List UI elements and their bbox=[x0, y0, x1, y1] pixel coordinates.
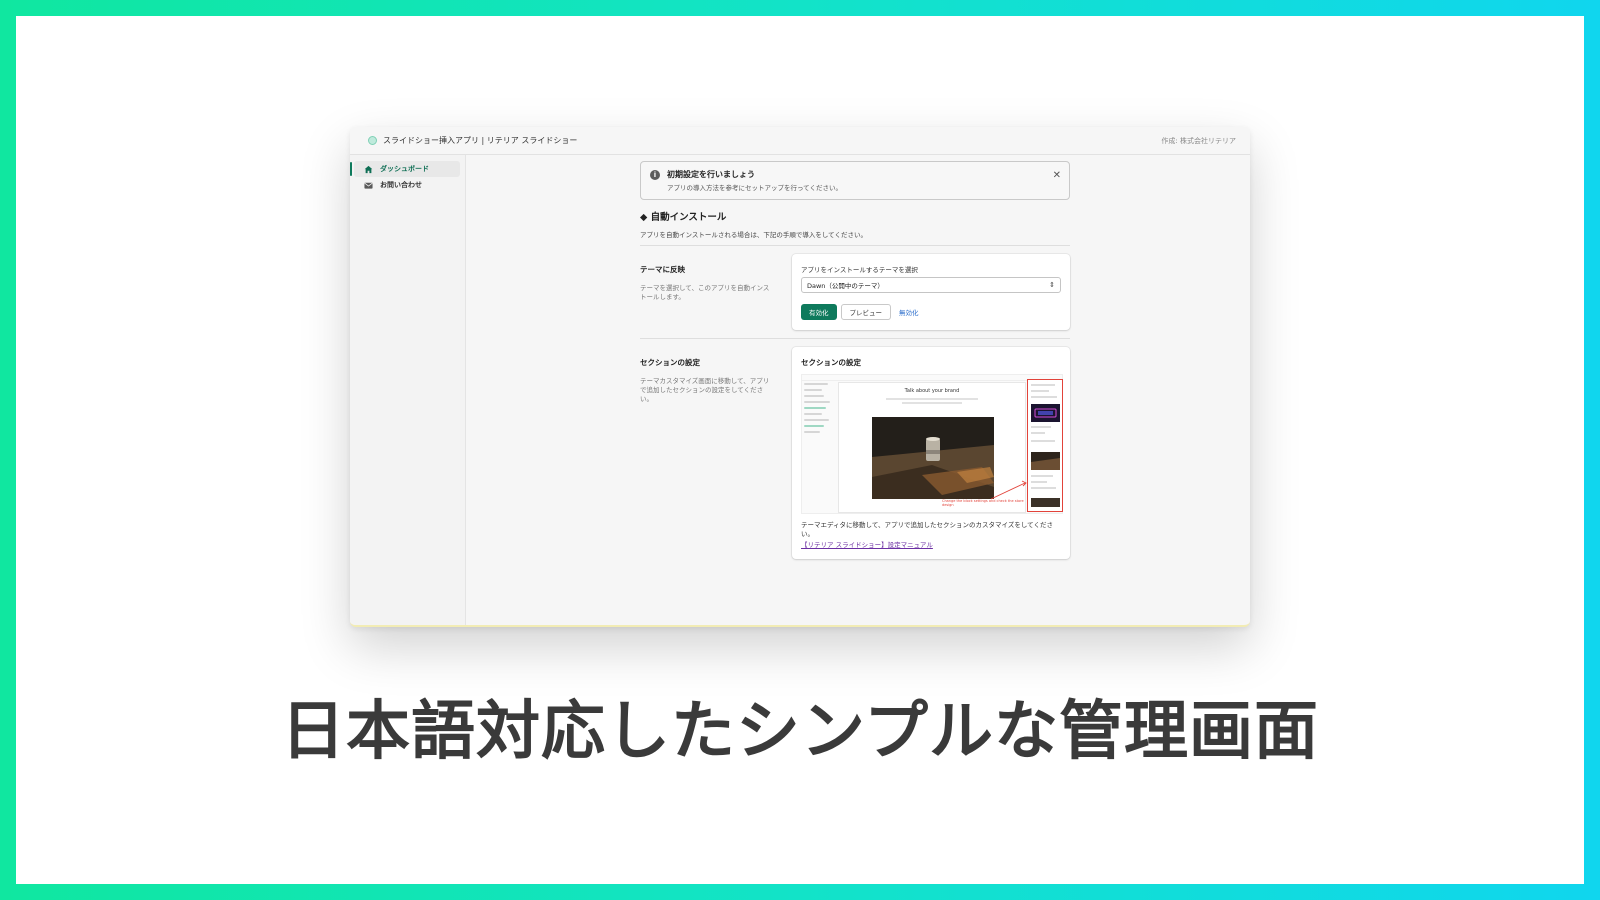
banner-title: 初期設定を行いましょう bbox=[667, 170, 755, 179]
preview-button[interactable]: プレビュー bbox=[840, 304, 891, 320]
section-settings-title: セクションの設定 bbox=[640, 358, 700, 367]
divider bbox=[640, 245, 1070, 246]
sidebar-item-label: お問い合わせ bbox=[380, 181, 422, 189]
auto-install-heading: ◆ 自動インストール bbox=[640, 212, 727, 223]
app-author: 作成: 株式会社リテリア bbox=[1161, 136, 1236, 145]
theme-section-title: テーマに反映 bbox=[640, 265, 685, 274]
app-header: スライドショー挿入アプリ | リテリア スライドショー 作成: 株式会社リテリア bbox=[350, 127, 1250, 155]
disable-button[interactable]: 無効化 bbox=[895, 304, 927, 320]
section-settings-row: セクションの設定 テーマカスタマイズ画面に移動して、アプリで追加したセクションの… bbox=[640, 347, 1070, 559]
section-settings-card-title: セクションの設定 bbox=[801, 358, 861, 367]
divider bbox=[640, 338, 1070, 339]
banner-text: アプリの導入方法を参考にセットアップを行ってください。 bbox=[667, 184, 842, 192]
close-icon[interactable]: ✕ bbox=[1053, 170, 1061, 181]
home-icon bbox=[364, 165, 373, 173]
theme-editor-preview-image: Talk about your brand Change the block s… bbox=[801, 374, 1063, 514]
theme-select-label: アプリをインストールするテーマを選択 bbox=[801, 266, 918, 274]
preview-title: Talk about your brand bbox=[904, 388, 960, 394]
theme-card: アプリをインストールするテーマを選択 Dawn（公開中のテーマ） ⇕ 有効化 プ… bbox=[792, 254, 1070, 330]
section-settings-footer-text: テーマエディタに移動して、アプリで追加したセクションのカスタマイズをしてください… bbox=[801, 521, 1053, 538]
section-settings-text: テーマカスタマイズ画面に移動して、アプリで追加したセクションの設定をしてください… bbox=[640, 377, 770, 403]
mail-icon bbox=[364, 182, 373, 189]
sidebar-item-label: ダッシュボード bbox=[380, 165, 429, 173]
section-settings-card: セクションの設定 Talk about your brand Change th… bbox=[792, 347, 1070, 559]
app-title: スライドショー挿入アプリ | リテリア スライドショー bbox=[383, 136, 578, 145]
enable-button[interactable]: 有効化 bbox=[801, 304, 837, 320]
sidebar-item-dashboard[interactable]: ダッシュボード bbox=[350, 161, 460, 177]
sidebar: ダッシュボード お問い合わせ bbox=[350, 155, 466, 625]
page-caption: 日本語対応したシンプルな管理画面 bbox=[280, 695, 1320, 769]
coffee-photo bbox=[872, 417, 994, 499]
app-window: スライドショー挿入アプリ | リテリア スライドショー 作成: 株式会社リテリア… bbox=[350, 127, 1250, 627]
main-content: i 初期設定を行いましょう アプリの導入方法を参考にセットアップを行ってください… bbox=[640, 161, 1070, 559]
block-settings-panel bbox=[1027, 379, 1063, 512]
arrow-icon bbox=[990, 480, 1027, 500]
auto-install-description: アプリを自動インストールされる場合は、下記の手順で導入をしてください。 bbox=[640, 231, 867, 239]
theme-select-value: Dawn（公開中のテーマ） bbox=[807, 282, 884, 290]
sidebar-item-contact[interactable]: お問い合わせ bbox=[354, 177, 460, 193]
manual-link[interactable]: 【リテリア スライドショー】設定マニュアル bbox=[801, 539, 1061, 549]
app-icon bbox=[368, 136, 377, 145]
theme-section-text: テーマを選択して、このアプリを自動インストールします。 bbox=[640, 284, 770, 301]
theme-row: テーマに反映 テーマを選択して、このアプリを自動インストールします。 アプリをイ… bbox=[640, 254, 1070, 330]
select-chevron-icon: ⇕ bbox=[1049, 281, 1055, 289]
setup-banner: i 初期設定を行いましょう アプリの導入方法を参考にセットアップを行ってください… bbox=[640, 161, 1070, 200]
info-icon: i bbox=[650, 170, 660, 180]
theme-select[interactable]: Dawn（公開中のテーマ） ⇕ bbox=[801, 277, 1061, 293]
